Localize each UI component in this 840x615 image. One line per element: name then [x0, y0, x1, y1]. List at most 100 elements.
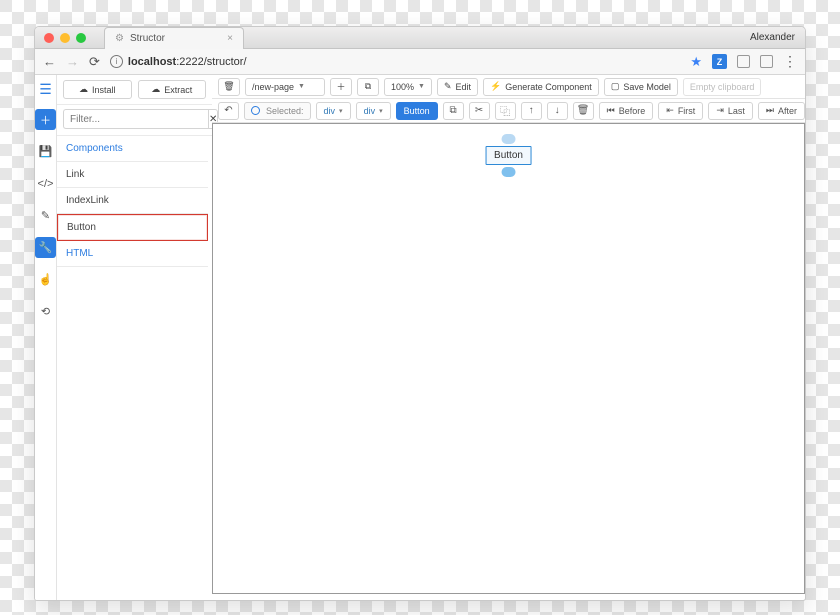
z-extension-icon[interactable]: Z — [712, 54, 727, 69]
route-select[interactable]: /new-page ▼ — [245, 78, 325, 96]
copy-icon[interactable]: ⧉ — [443, 102, 464, 120]
step-back-icon: ⏮ — [607, 105, 615, 116]
duplicate-icon[interactable]: ⿻ — [495, 102, 516, 120]
selected-label: Selected: — [266, 106, 304, 116]
selected-element: Button — [485, 134, 532, 177]
clipboard-indicator: Empty clipboard — [683, 78, 762, 96]
selection-ring-icon — [251, 106, 260, 115]
titlebar: ⚙ Structor × Alexander — [35, 27, 805, 49]
extension-icon-2[interactable] — [760, 55, 773, 68]
minimize-window-icon[interactable] — [60, 33, 70, 43]
rail-save-icon[interactable]: 💾 — [35, 141, 56, 162]
install-button[interactable]: ☁ Install — [63, 80, 132, 99]
extract-button[interactable]: ☁ Extract — [138, 80, 207, 99]
window-controls — [35, 33, 86, 43]
rail-pointer-icon[interactable]: ☝ — [35, 269, 56, 290]
save-label: Save Model — [623, 82, 671, 92]
undo-icon[interactable]: ↶ — [218, 102, 239, 120]
profile-name[interactable]: Alexander — [750, 32, 795, 43]
app-root: ☰ ＋ 💾 </> ✎ 🔧 ☝ ⟲ ☁ Install ☁ Extract — [35, 75, 805, 600]
last-button[interactable]: ⇥Last — [708, 102, 753, 120]
before-button[interactable]: ⏮Before — [599, 102, 654, 120]
cloud-upload-icon: ☁ — [151, 84, 160, 95]
rail-wrench-icon[interactable]: 🔧 — [35, 237, 56, 258]
cut-icon[interactable]: ✂ — [469, 102, 490, 120]
save-icon: ▢ — [611, 81, 620, 92]
url-field[interactable]: i localhost:2222/structor/ — [110, 55, 680, 68]
component-link[interactable]: Link — [57, 162, 208, 188]
filter-row: ✕ — [57, 105, 212, 136]
close-window-icon[interactable] — [44, 33, 54, 43]
caret-down-icon: ▼ — [418, 83, 425, 90]
rail-code-icon[interactable]: </> — [35, 173, 56, 194]
caret-down-icon: ▼ — [298, 83, 305, 90]
main-column: 🗑 /new-page ▼ ＋ ⧉ 100% ▼ ✎ Edit ⚡ Genera — [212, 75, 806, 600]
last-icon: ⇥ — [716, 105, 724, 116]
back-icon[interactable]: ← — [43, 54, 56, 70]
after-button[interactable]: ⏭After — [758, 102, 805, 120]
delete-icon[interactable]: 🗑 — [573, 102, 594, 120]
component-list: Components Link IndexLink Button HTML — [57, 136, 212, 267]
bottom-handle-icon[interactable] — [501, 167, 515, 177]
browser-tab[interactable]: ⚙ Structor × — [104, 27, 244, 49]
save-model-button[interactable]: ▢ Save Model — [604, 78, 678, 96]
filter-input[interactable] — [63, 109, 208, 129]
browser-window: ⚙ Structor × Alexander ← → ⟳ i localhost… — [34, 26, 806, 601]
rail-refresh-icon[interactable]: ⟲ — [35, 301, 56, 322]
extension-icon[interactable] — [737, 55, 750, 68]
hamburger-icon[interactable]: ☰ — [39, 81, 52, 98]
top-handle-icon[interactable] — [501, 134, 515, 144]
gear-icon: ⚙ — [115, 33, 124, 44]
rail-brush-icon[interactable]: ✎ — [35, 205, 56, 226]
design-canvas[interactable]: Button — [212, 123, 805, 594]
addrbar-right: ★ Z ⋮ — [690, 53, 797, 70]
crumb-div-2[interactable]: div▾ — [356, 102, 391, 120]
cloud-download-icon: ☁ — [79, 84, 88, 95]
address-bar: ← → ⟳ i localhost:2222/structor/ ★ Z ⋮ — [35, 49, 805, 75]
component-indexlink[interactable]: IndexLink — [57, 188, 208, 214]
group-components[interactable]: Components — [57, 136, 208, 162]
crumb-button[interactable]: Button — [396, 102, 438, 120]
info-icon[interactable]: i — [110, 55, 123, 68]
url-host: localhost — [128, 56, 176, 68]
caret-down-icon: ▾ — [339, 107, 343, 115]
move-up-icon[interactable]: ↑ — [521, 102, 542, 120]
component-button[interactable]: Button — [57, 214, 208, 241]
add-page-icon[interactable]: ＋ — [330, 78, 352, 96]
selection-toolbar: ↶ Selected: div▾ div▾ Button ⧉ ✂ ⿻ ↑ ↓ 🗑 — [212, 99, 806, 123]
zoom-label: 100% — [391, 82, 414, 92]
copy-page-icon[interactable]: ⧉ — [357, 78, 379, 96]
close-tab-icon[interactable]: × — [227, 33, 233, 44]
install-label: Install — [92, 85, 116, 95]
main-toolbar: 🗑 /new-page ▼ ＋ ⧉ 100% ▼ ✎ Edit ⚡ Genera — [212, 75, 806, 99]
selection-indicator: Selected: — [244, 102, 311, 120]
group-html[interactable]: HTML — [57, 241, 208, 267]
route-label: /new-page — [252, 82, 294, 92]
step-forward-icon: ⏭ — [766, 105, 774, 116]
zoom-select[interactable]: 100% ▼ — [384, 78, 432, 96]
canvas-button[interactable]: Button — [485, 146, 532, 165]
rail-add-button[interactable]: ＋ — [35, 109, 56, 130]
bolt-icon: ⚡ — [490, 81, 501, 92]
caret-down-icon: ▾ — [379, 107, 383, 115]
menu-dots-icon[interactable]: ⋮ — [783, 53, 797, 70]
reload-icon[interactable]: ⟳ — [89, 54, 100, 70]
sidebar-top: ☁ Install ☁ Extract — [57, 75, 212, 105]
first-button[interactable]: ⇤First — [658, 102, 703, 120]
generate-label: Generate Component — [505, 82, 592, 92]
edit-button[interactable]: ✎ Edit — [437, 78, 478, 96]
trash-icon[interactable]: 🗑 — [218, 78, 240, 96]
left-rail: ☰ ＋ 💾 </> ✎ 🔧 ☝ ⟲ — [35, 75, 57, 600]
maximize-window-icon[interactable] — [76, 33, 86, 43]
forward-icon: → — [66, 54, 79, 70]
crumb-div-1[interactable]: div▾ — [316, 102, 351, 120]
first-icon: ⇤ — [666, 105, 674, 116]
url-path: :2222/structor/ — [176, 56, 246, 68]
tab-title: Structor — [130, 33, 165, 44]
edit-label: Edit — [456, 82, 472, 92]
pencil-icon: ✎ — [444, 81, 452, 92]
move-down-icon[interactable]: ↓ — [547, 102, 568, 120]
bookmark-star-icon[interactable]: ★ — [690, 54, 702, 70]
generate-component-button[interactable]: ⚡ Generate Component — [483, 78, 599, 96]
sidebar: ☁ Install ☁ Extract ✕ Components Link In… — [57, 75, 212, 600]
